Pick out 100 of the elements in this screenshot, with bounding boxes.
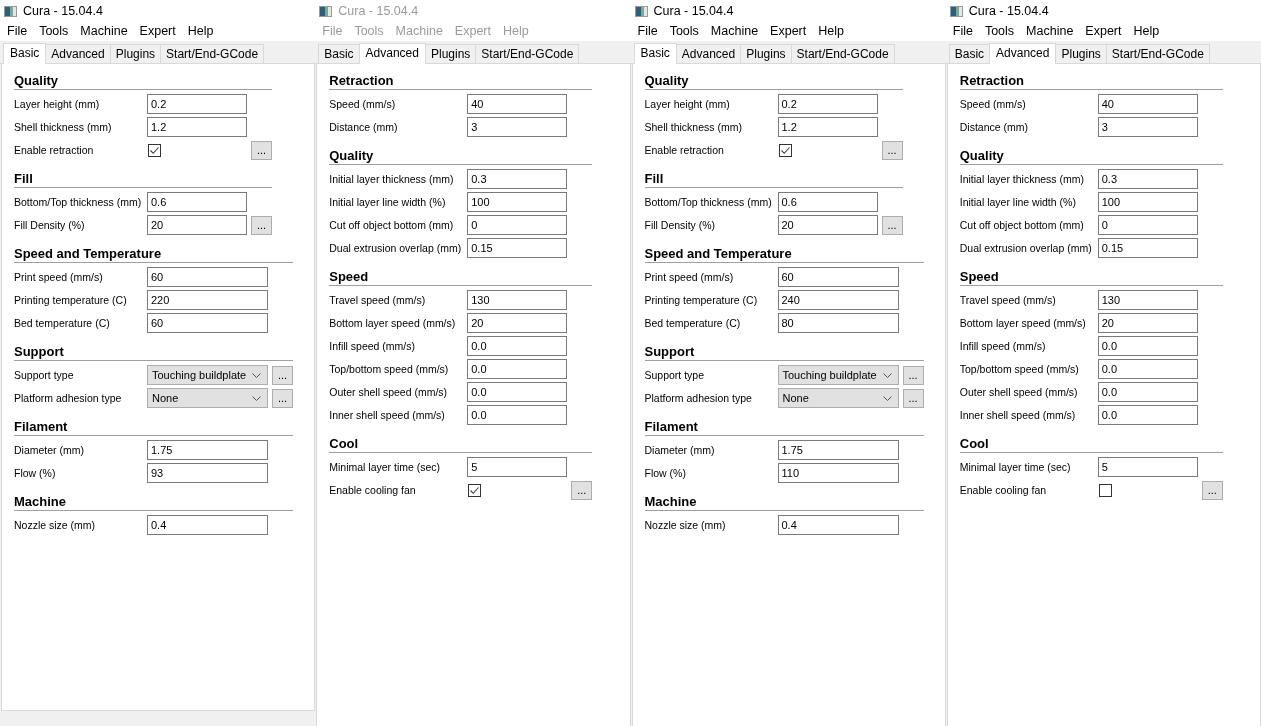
dropdown[interactable]: Touching buildplate [147, 365, 268, 385]
text-field[interactable]: 5 [1097, 457, 1198, 477]
text-field[interactable]: 100 [1097, 192, 1198, 212]
text-field[interactable]: 1.2 [147, 117, 247, 137]
more-button[interactable]: ... [902, 365, 924, 385]
text-field[interactable]: 1.75 [147, 440, 268, 460]
text-field[interactable]: 60 [777, 267, 899, 287]
more-button[interactable]: ... [251, 215, 272, 235]
tab[interactable]: Start/End-GCode [1105, 44, 1210, 63]
text-field[interactable]: 0.0 [1097, 336, 1198, 356]
field-label: Minimal layer time (sec) [329, 460, 442, 475]
text-field[interactable]: 0.6 [777, 192, 878, 212]
text-field[interactable]: 0 [1097, 215, 1198, 235]
checkmark-icon [149, 144, 160, 156]
tab[interactable]: Basic [3, 43, 47, 64]
menu-item[interactable]: Expert [764, 22, 813, 41]
text-field[interactable]: 220 [147, 290, 268, 310]
text-field[interactable]: 0.0 [1097, 405, 1198, 425]
tab[interactable]: Basic [948, 44, 991, 63]
text-field[interactable]: 93 [147, 463, 268, 483]
menu-item[interactable]: Expert [133, 22, 182, 41]
text-field[interactable]: 3 [1097, 117, 1198, 137]
dropdown[interactable]: None [147, 388, 268, 408]
text-field[interactable]: 60 [147, 313, 268, 333]
text-field[interactable]: 0.3 [1097, 169, 1198, 189]
checkbox[interactable] [1098, 483, 1112, 497]
menu-item[interactable]: Help [1127, 22, 1166, 41]
menu-item[interactable]: Help [812, 22, 850, 41]
field-label: Initial layer thickness (mm) [959, 172, 1086, 187]
menu-item[interactable]: Expert [1079, 22, 1128, 41]
field-label: Initial layer line width (%) [959, 195, 1077, 210]
more-button[interactable]: ... [272, 365, 293, 385]
text-field[interactable]: 1.75 [777, 440, 899, 460]
checkmark-icon [469, 484, 481, 496]
chevron-down-icon [252, 395, 261, 401]
text-field[interactable]: 0.6 [147, 192, 247, 212]
more-button[interactable]: ... [902, 388, 924, 408]
field-label: Outer shell speed (mm/s) [959, 385, 1079, 400]
field-label: Initial layer line width (%) [329, 195, 447, 210]
text-field[interactable]: 20 [1097, 313, 1198, 333]
text-field[interactable]: 0.4 [147, 515, 268, 535]
section-heading: Speed and Temperature [644, 246, 924, 263]
text-field[interactable]: 0.0 [1097, 359, 1198, 379]
menu-item[interactable]: Tools [978, 22, 1021, 41]
field-label: Speed (mm/s) [959, 97, 1027, 112]
field-label: Travel speed (mm/s) [959, 293, 1057, 308]
field-label: Printing temperature (C) [14, 293, 128, 308]
field-label: Minimal layer time (sec) [959, 460, 1072, 475]
more-button[interactable]: ... [881, 215, 903, 235]
text-field[interactable]: 20 [777, 215, 878, 235]
field-label: Platform adhesion type [14, 391, 123, 406]
field-label: Enable cooling fan [959, 483, 1048, 498]
more-button[interactable]: ... [881, 140, 903, 160]
dropdown[interactable]: Touching buildplate [777, 365, 899, 385]
checkbox[interactable] [778, 143, 792, 157]
text-field[interactable]: 0.15 [1097, 238, 1198, 258]
more-button[interactable]: ... [1201, 480, 1223, 500]
menu-item[interactable]: Machine [74, 22, 134, 41]
dropdown[interactable]: None [777, 388, 899, 408]
checkbox[interactable] [148, 143, 161, 157]
field-label: Fill Density (%) [14, 218, 86, 233]
field-label: Top/bottom speed (mm/s) [329, 362, 450, 377]
text-field[interactable]: 1.2 [777, 117, 878, 137]
text-field[interactable]: 20 [147, 215, 247, 235]
field-label: Inner shell speed (mm/s) [329, 408, 446, 423]
tab[interactable]: Start/End-GCode [790, 44, 895, 63]
text-field[interactable]: 80 [777, 313, 899, 333]
text-field[interactable]: 0.2 [147, 94, 247, 114]
field-label: Support type [14, 368, 75, 383]
menu-item[interactable]: Tools [33, 22, 75, 41]
app-icon [319, 5, 333, 17]
tab[interactable]: Plugins [109, 44, 162, 63]
text-field[interactable]: 110 [777, 463, 899, 483]
field-label: Layer height (mm) [644, 97, 731, 112]
section-heading: Retraction [959, 73, 1223, 90]
menu-item[interactable]: Tools [663, 22, 705, 41]
text-field[interactable]: 130 [1097, 290, 1198, 310]
tab[interactable]: Plugins [1055, 44, 1107, 63]
section-heading: Support [644, 344, 924, 361]
menu-item[interactable]: Help [181, 22, 220, 41]
text-field[interactable]: 240 [777, 290, 899, 310]
tab[interactable]: Start/End-GCode [160, 44, 265, 63]
section-heading: Filament [644, 419, 924, 436]
menu-item[interactable]: File [1, 22, 34, 41]
text-field[interactable]: 40 [1097, 94, 1198, 114]
text-field[interactable]: 60 [147, 267, 268, 287]
more-button[interactable]: ... [251, 140, 272, 160]
tab[interactable]: Plugins [740, 44, 792, 63]
text-field[interactable]: 0.2 [777, 94, 878, 114]
menu-item[interactable]: File [946, 22, 979, 41]
field-label: Print speed (mm/s) [14, 270, 104, 285]
tab[interactable]: Advanced [989, 43, 1057, 64]
tab[interactable]: Basic [633, 43, 677, 64]
more-button[interactable]: ... [272, 388, 293, 408]
menu-item[interactable]: File [631, 22, 664, 41]
text-field[interactable]: 0.4 [777, 515, 899, 535]
menu-item[interactable]: Machine [1020, 22, 1080, 41]
menu-item[interactable]: Machine [704, 22, 765, 41]
text-field[interactable]: 0.0 [1097, 382, 1198, 402]
field-label: Support type [644, 368, 706, 383]
